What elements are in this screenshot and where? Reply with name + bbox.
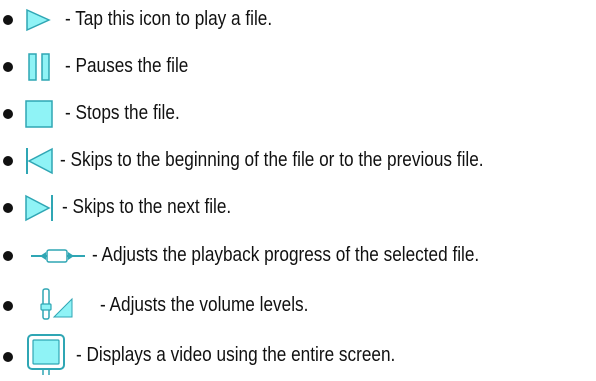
legend-item-stop: - Stops the file.	[0, 94, 596, 134]
legend-item-text: - Pauses the file	[65, 55, 189, 77]
legend-item-text: - Skips to the next file.	[62, 196, 232, 218]
bullet	[3, 203, 13, 213]
skip-forward-icon	[25, 194, 53, 222]
legend-item-pause: - Pauses the file	[0, 47, 596, 87]
legend-item-play: - Tap this icon to play a file.	[0, 0, 596, 40]
bullet	[3, 62, 13, 72]
bullet	[3, 156, 13, 166]
legend-item-skip-back: - Skips to the beginning of the file or …	[0, 141, 596, 181]
legend-item-progress: - Adjusts the playback progress of the s…	[0, 236, 596, 276]
legend-item-text: - Adjusts the volume levels.	[100, 294, 309, 316]
legend-item-skip-forward: - Skips to the next file.	[0, 188, 596, 228]
play-icon	[26, 8, 51, 32]
legend-item-fullscreen: - Displays a video using the entire scre…	[0, 330, 596, 375]
legend-item-text: - Displays a video using the entire scre…	[76, 344, 396, 366]
fullscreen-icon	[27, 334, 65, 375]
bullet	[3, 109, 13, 119]
legend-item-volume: - Adjusts the volume levels.	[0, 283, 596, 323]
legend-item-text: - Tap this icon to play a file.	[65, 8, 273, 30]
volume-slider-icon	[40, 288, 73, 320]
pause-icon	[28, 53, 50, 81]
skip-back-icon	[26, 147, 53, 175]
bullet	[3, 251, 13, 261]
legend-item-text: - Skips to the beginning of the file or …	[60, 149, 484, 171]
legend-item-text: - Stops the file.	[65, 102, 180, 124]
progress-slider-icon	[31, 249, 85, 263]
bullet	[3, 301, 13, 311]
stop-icon	[25, 100, 53, 128]
bullet	[3, 15, 13, 25]
bullet	[3, 352, 13, 362]
legend-item-text: - Adjusts the playback progress of the s…	[92, 244, 480, 266]
